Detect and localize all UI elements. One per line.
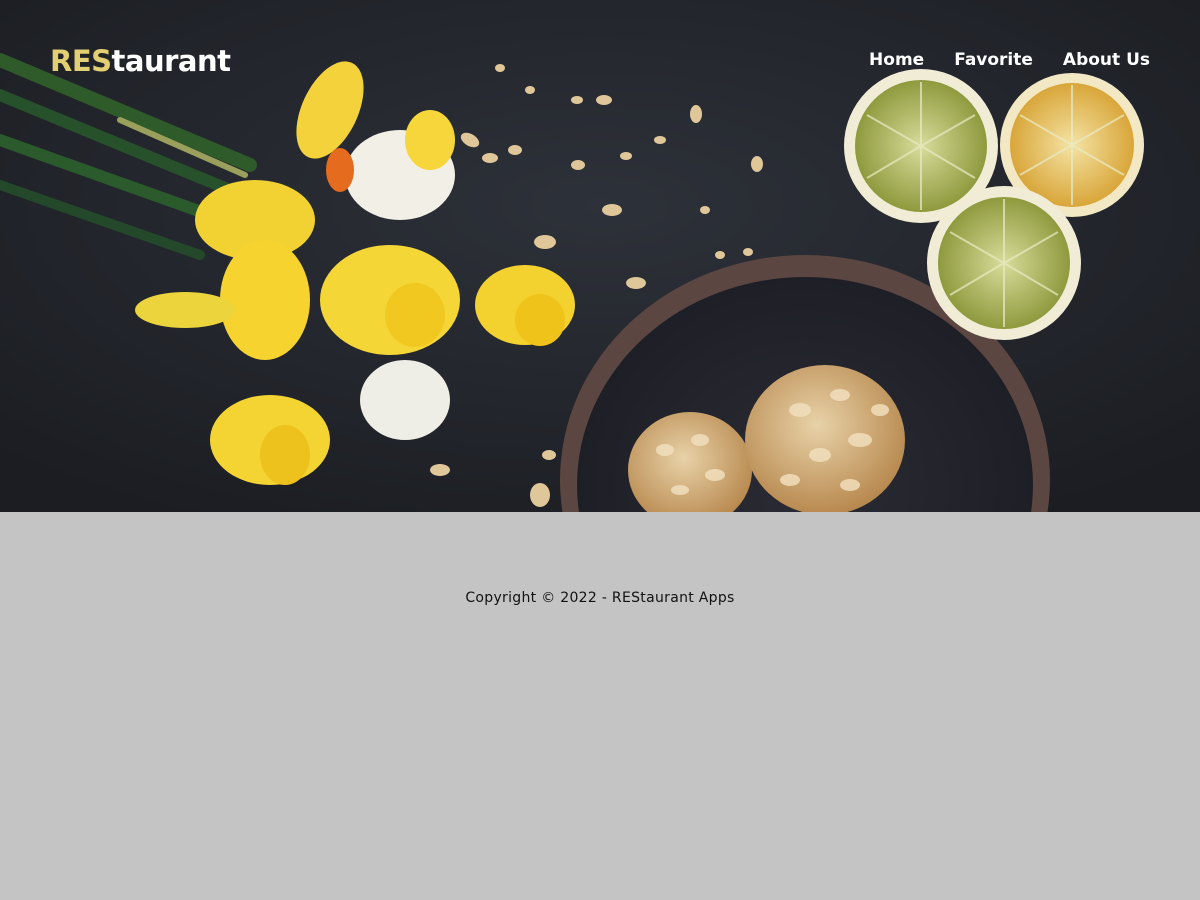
copyright-text: Copyright © 2022 - REStaurant Apps bbox=[465, 590, 735, 606]
nav-favorite[interactable]: Favorite bbox=[954, 50, 1033, 70]
brand-logo[interactable]: REStaurant bbox=[50, 44, 231, 78]
brand-rest: taurant bbox=[111, 44, 231, 78]
nav-home[interactable]: Home bbox=[869, 50, 924, 70]
hero-section: REStaurant Home Favorite About Us bbox=[0, 0, 1200, 512]
nav-about-us[interactable]: About Us bbox=[1063, 50, 1150, 70]
brand-accent: RES bbox=[50, 44, 112, 78]
main-nav: Home Favorite About Us bbox=[869, 50, 1150, 70]
site-footer: Copyright © 2022 - REStaurant Apps bbox=[0, 512, 1200, 900]
site-header: REStaurant Home Favorite About Us bbox=[0, 0, 1200, 120]
